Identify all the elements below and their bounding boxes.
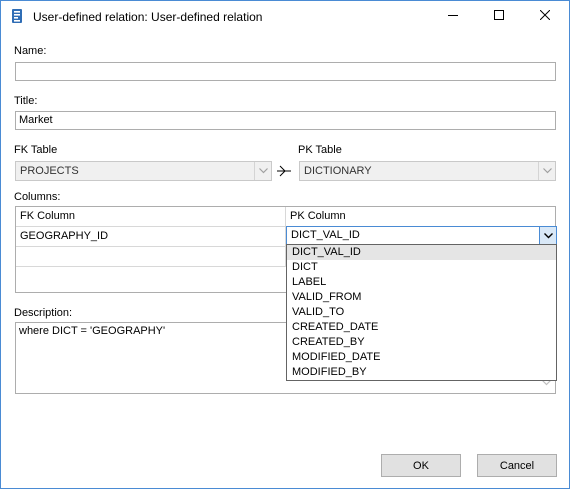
fk-table-select[interactable]: PROJECTS: [15, 161, 272, 181]
description-text: where DICT = 'GEOGRAPHY': [19, 325, 166, 337]
pk-column-editor-value: DICT_VAL_ID: [291, 229, 360, 241]
minimize-button[interactable]: [430, 1, 476, 32]
dropdown-option[interactable]: MODIFIED_BY: [287, 365, 556, 380]
maximize-button[interactable]: [476, 1, 522, 32]
fk-table-value: PROJECTS: [20, 165, 79, 177]
name-label: Name:: [14, 45, 47, 57]
maximize-icon: [494, 10, 504, 23]
dropdown-option[interactable]: DICT_VAL_ID: [287, 245, 556, 260]
dropdown-option[interactable]: CREATED_BY: [287, 335, 556, 350]
chevron-down-icon: [254, 162, 271, 180]
ok-button[interactable]: OK: [381, 454, 461, 477]
pk-table-label: PK Table: [298, 144, 342, 156]
dropdown-option[interactable]: DICT: [287, 260, 556, 275]
dropdown-option[interactable]: VALID_FROM: [287, 290, 556, 305]
columns-label: Columns:: [14, 191, 61, 203]
window-title: User-defined relation: User-defined rela…: [33, 10, 263, 24]
minimize-icon: [448, 10, 458, 23]
pk-column-dropdown-list: DICT_VAL_ID DICT LABEL VALID_FROM VALID_…: [286, 244, 557, 381]
fk-column-cell[interactable]: [16, 247, 286, 266]
name-input[interactable]: [15, 62, 556, 81]
pk-column-header[interactable]: PK Column: [286, 207, 555, 226]
chevron-down-icon[interactable]: [539, 227, 556, 244]
relation-app-icon: [9, 8, 25, 24]
fk-table-label: FK Table: [14, 144, 58, 156]
description-label: Description:: [14, 307, 73, 319]
close-button[interactable]: [522, 1, 568, 32]
dropdown-option[interactable]: MODIFIED_DATE: [287, 350, 556, 365]
grid-header-row: FK Column PK Column: [16, 207, 555, 227]
fk-column-header[interactable]: FK Column: [16, 207, 286, 226]
dropdown-option[interactable]: VALID_TO: [287, 305, 556, 320]
dialog-window: User-defined relation: User-defined rela…: [0, 0, 570, 489]
cancel-button[interactable]: Cancel: [477, 454, 557, 477]
title-bar[interactable]: User-defined relation: User-defined rela…: [1, 1, 569, 32]
pk-column-editor[interactable]: DICT_VAL_ID: [286, 226, 557, 245]
dropdown-option[interactable]: CREATED_DATE: [287, 320, 556, 335]
chevron-down-icon: [538, 162, 555, 180]
dropdown-option[interactable]: LABEL: [287, 275, 556, 290]
close-icon: [539, 9, 551, 23]
title-input[interactable]: Market: [15, 111, 556, 130]
title-label: Title:: [14, 95, 38, 107]
pk-table-select[interactable]: DICTIONARY: [299, 161, 556, 181]
relation-arrow-icon: [276, 164, 292, 181]
fk-column-cell[interactable]: GEOGRAPHY_ID: [16, 227, 286, 246]
pk-table-value: DICTIONARY: [304, 165, 372, 177]
